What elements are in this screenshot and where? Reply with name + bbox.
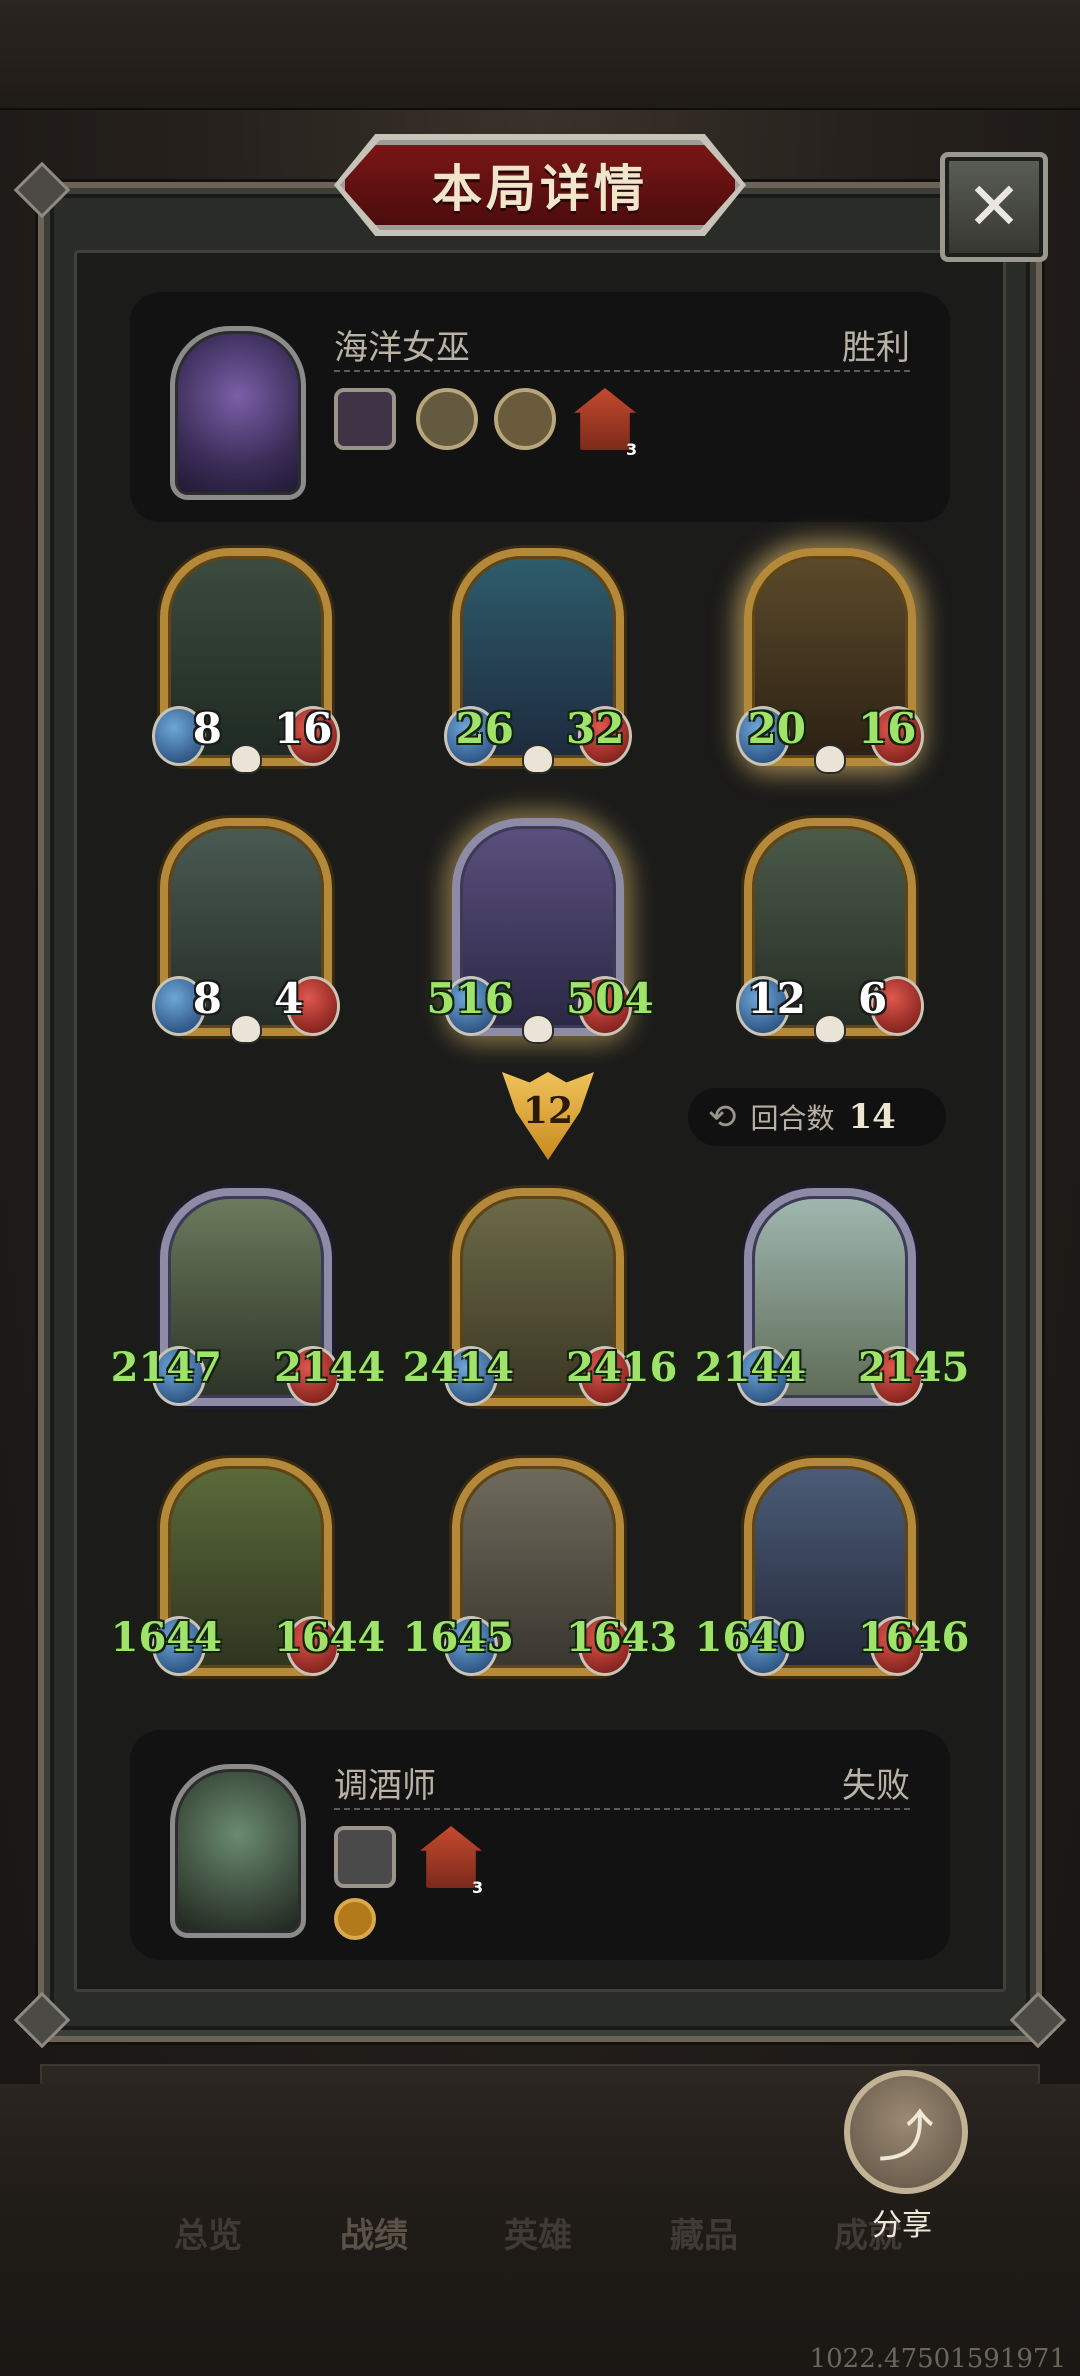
health-value: 4 (274, 974, 304, 1023)
minion-card[interactable]: 2144 2145 (695, 1188, 969, 1416)
scroll-icon[interactable] (416, 388, 478, 450)
top-player-name: 海洋女巫 (334, 328, 470, 368)
round-marker-value: 12 (522, 1090, 574, 1132)
bartender-portrait[interactable] (170, 1764, 306, 1938)
minion-card[interactable]: 20 16 (736, 548, 924, 776)
health-value: 1644 (274, 1614, 386, 1661)
share-button[interactable]: ⤴ (844, 2070, 968, 2194)
minion-card[interactable]: 2414 2416 (403, 1188, 677, 1416)
minion-card[interactable]: 1640 1646 (695, 1458, 969, 1686)
page-title: 本局详情 (432, 160, 648, 218)
top-band (0, 0, 1080, 110)
minion-card[interactable]: 26 32 (444, 548, 632, 776)
attack-value: 20 (747, 704, 806, 753)
top-player-result: 胜利 (842, 328, 910, 368)
rounds-value: 14 (848, 1097, 896, 1137)
refresh-icon: ⟲ (708, 1097, 737, 1137)
share-label: 分享 (872, 2208, 932, 2243)
close-button[interactable]: ✕ (940, 152, 1048, 262)
attack-value: 26 (455, 704, 514, 753)
skull-icon (230, 744, 262, 774)
skull-icon (814, 744, 846, 774)
divider (334, 1808, 910, 1810)
purple-creature-icon[interactable] (334, 388, 396, 450)
divider (334, 370, 910, 372)
health-value: 504 (566, 974, 654, 1023)
title-banner: 本局详情 (340, 140, 740, 230)
beast-icon[interactable] (494, 388, 556, 450)
nav-heroes[interactable]: 英雄 (504, 2208, 572, 2257)
version-text: 1022.47501591971 (809, 2344, 1066, 2374)
nav-records[interactable]: 战绩 (340, 2208, 408, 2257)
attack-value: 2147 (110, 1344, 222, 1391)
attack-value: 12 (747, 974, 806, 1023)
health-value: 1646 (858, 1614, 970, 1661)
attack-value: 2144 (694, 1344, 806, 1391)
shaker-icon[interactable] (334, 1826, 396, 1888)
nav-collection[interactable]: 藏品 (670, 2208, 738, 2257)
coin-icon[interactable] (334, 1898, 376, 1940)
skull-icon (522, 1014, 554, 1044)
rounds-counter: ⟲ 回合数 14 (688, 1088, 946, 1146)
health-value: 16 (274, 704, 333, 753)
attack-value: 8 (192, 704, 222, 753)
attack-value: 1644 (110, 1614, 222, 1661)
bottom-player-result: 失败 (842, 1766, 910, 1806)
minion-card[interactable]: 1644 1644 (111, 1458, 385, 1686)
close-icon: ✕ (966, 168, 1022, 245)
health-value: 2144 (274, 1344, 386, 1391)
skull-icon (230, 1014, 262, 1044)
minion-card[interactable]: 12 6 (736, 818, 924, 1046)
minion-card[interactable]: 2147 2144 (111, 1188, 385, 1416)
rounds-label: 回合数 (750, 1102, 835, 1135)
health-value: 1643 (566, 1614, 678, 1661)
skull-icon (814, 1014, 846, 1044)
minion-card[interactable]: 8 16 (152, 548, 340, 776)
attack-value: 8 (192, 974, 222, 1023)
bottom-player-name: 调酒师 (334, 1766, 436, 1806)
attack-value: 1640 (694, 1614, 806, 1661)
health-value: 16 (858, 704, 917, 753)
health-value: 32 (566, 704, 625, 753)
nav-overview[interactable]: 总览 (174, 2208, 242, 2257)
attack-value: 2414 (402, 1344, 514, 1391)
health-value: 6 (858, 974, 888, 1023)
minion-card[interactable]: 1645 1643 (403, 1458, 677, 1686)
sea-witch-portrait[interactable] (170, 326, 306, 500)
health-value: 2145 (858, 1344, 970, 1391)
minion-card[interactable]: 516 504 (426, 818, 654, 1046)
share-icon: ⤴ (878, 2104, 934, 2170)
attack-value: 516 (426, 974, 514, 1023)
bottom-player-panel: 调酒师 失败 3 (130, 1730, 950, 1960)
house-count: 3 (626, 440, 638, 459)
house-count: 3 (472, 1878, 484, 1897)
attack-value: 1645 (402, 1614, 514, 1661)
minion-card[interactable]: 8 4 (152, 818, 340, 1046)
skull-icon (522, 744, 554, 774)
top-player-panel: 海洋女巫 胜利 3 (130, 292, 950, 522)
health-value: 2416 (566, 1344, 678, 1391)
